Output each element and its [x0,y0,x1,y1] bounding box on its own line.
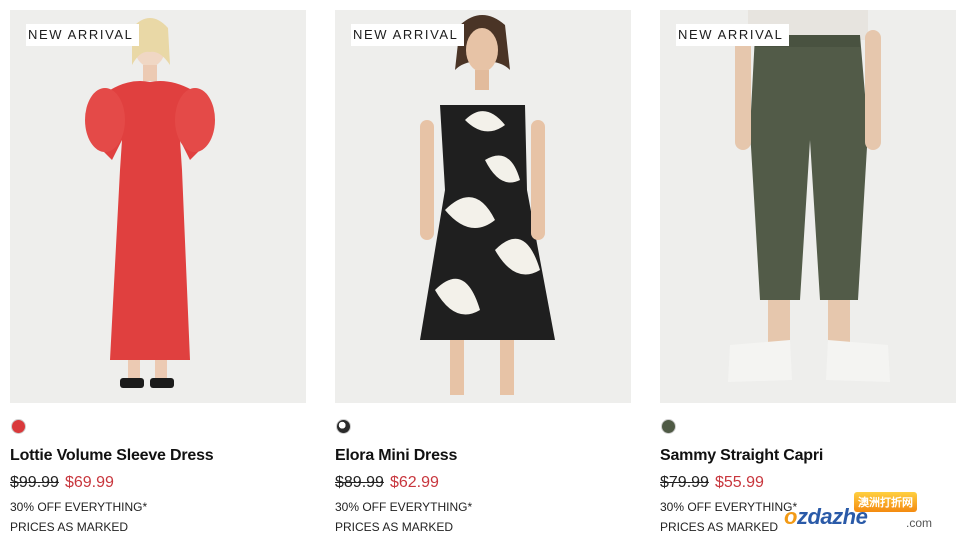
original-price: $79.99 [660,474,709,491]
prices-note: PRICES AS MARKED [660,520,779,534]
watermark-brand: ozdazhe [784,504,868,530]
product-card[interactable]: NEW ARRIVAL Elora Mini Dress $89.99 $62.9… [335,10,631,534]
price-row: $89.99 $62.99 [335,474,439,492]
sale-price: $62.99 [389,474,439,491]
new-arrival-badge: NEW ARRIVAL [676,24,789,46]
model-photo [420,15,555,395]
product-name[interactable]: Sammy Straight Capri [660,447,823,465]
sale-price: $69.99 [64,474,114,491]
promo-text: 30% OFF EVERYTHING* [10,500,148,514]
product-card[interactable]: NEW ARRIVAL Sammy Straight Capri $79.99 $… [660,10,956,534]
product-image[interactable]: NEW ARRIVAL [335,10,631,403]
model-photo [728,10,890,382]
product-name[interactable]: Lottie Volume Sleeve Dress [10,447,214,465]
prices-note: PRICES AS MARKED [10,520,129,534]
price-row: $99.99 $69.99 [10,474,114,492]
new-arrival-badge: NEW ARRIVAL [26,24,139,46]
price-row: $79.99 $55.99 [660,474,764,492]
prices-note: PRICES AS MARKED [335,520,454,534]
product-image[interactable]: NEW ARRIVAL [10,10,306,403]
promo-text: 30% OFF EVERYTHING* [335,500,473,514]
product-card[interactable]: NEW ARRIVAL Lottie Volume Sleeve Dress $… [10,10,306,534]
original-price: $89.99 [335,474,384,491]
color-swatch[interactable] [11,419,26,434]
watermark-domain: .com [906,516,933,530]
sale-price: $55.99 [714,474,764,491]
watermark-brand-text: zdazhe [796,504,868,529]
site-watermark: 澳洲打折网 ozdazhe .com [780,490,940,542]
model-photo [85,18,215,388]
product-image[interactable]: NEW ARRIVAL [660,10,956,403]
promo-text: 30% OFF EVERYTHING* [660,500,798,514]
product-name[interactable]: Elora Mini Dress [335,447,457,465]
original-price: $99.99 [10,474,59,491]
new-arrival-badge: NEW ARRIVAL [351,24,464,46]
color-swatch[interactable] [661,419,676,434]
watermark-o: o [784,504,797,529]
color-swatch[interactable] [336,419,351,434]
